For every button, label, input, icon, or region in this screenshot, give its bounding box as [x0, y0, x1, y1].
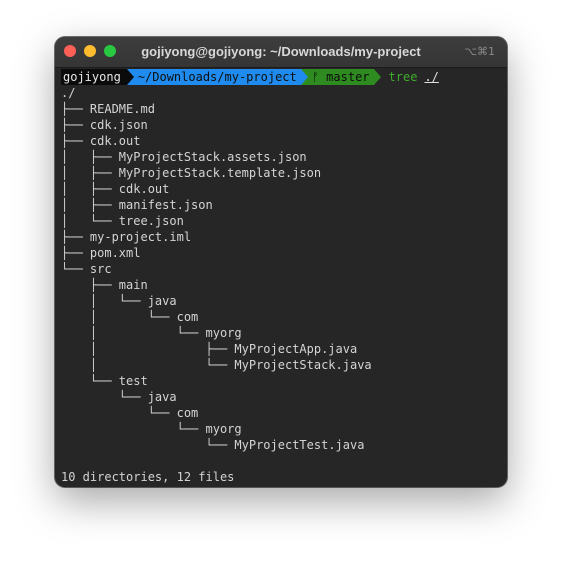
tree-line: │ └── com — [61, 310, 199, 324]
tree-line: ├── my-project.iml — [61, 230, 192, 244]
tree-line: └── java — [61, 390, 177, 404]
terminal-window: gojiyong@gojiyong: ~/Downloads/my-projec… — [55, 37, 507, 487]
prompt-git-branch: ᚠ master — [307, 69, 374, 85]
shell-prompt: gojiyong ~/Downloads/my-project ᚠ master… — [61, 69, 503, 85]
tree-line: └── test — [61, 374, 148, 388]
tree-line: ├── cdk.json — [61, 118, 148, 132]
tree-line: │ └── java — [61, 294, 177, 308]
tree-line: └── src — [61, 262, 112, 276]
prompt-separator-icon — [373, 69, 381, 85]
tree-line: │ ├── MyProjectStack.assets.json — [61, 150, 307, 164]
title-bar: gojiyong@gojiyong: ~/Downloads/my-projec… — [55, 37, 507, 68]
prompt-argument: ./ — [424, 70, 439, 84]
window-title: gojiyong@gojiyong: ~/Downloads/my-projec… — [141, 44, 421, 59]
prompt-path: ~/Downloads/my-project — [133, 69, 301, 85]
terminal-output[interactable]: gojiyong ~/Downloads/my-project ᚠ master… — [61, 68, 503, 485]
tree-line: │ ├── MyProjectApp.java — [61, 342, 358, 356]
tree-line: │ ├── manifest.json — [61, 198, 213, 212]
tree-line: │ └── tree.json — [61, 214, 184, 228]
tree-line: ├── main — [61, 278, 148, 292]
tree-line: ├── cdk.out — [61, 134, 141, 148]
tree-line: ├── pom.xml — [61, 246, 141, 260]
tree-line: │ ├── cdk.out — [61, 182, 170, 196]
tree-line: ├── README.md — [61, 102, 155, 116]
tree-summary: 10 directories, 12 files — [61, 470, 235, 484]
tree-output: ./ ├── README.md ├── cdk.json ├── cdk.ou… — [61, 85, 503, 485]
tree-line: └── myorg — [61, 422, 242, 436]
tree-line: └── com — [61, 406, 199, 420]
prompt-separator-icon — [126, 69, 134, 85]
tree-line: │ ├── MyProjectStack.template.json — [61, 166, 322, 180]
tree-line: │ └── MyProjectStack.java — [61, 358, 372, 372]
prompt-user: gojiyong — [61, 69, 127, 85]
prompt-command: tree — [388, 70, 418, 84]
tab-shortcut-label: ⌥⌘1 — [464, 45, 495, 58]
tree-line: ./ — [61, 86, 76, 100]
tree-line: │ └── myorg — [61, 326, 242, 340]
tree-line: └── MyProjectTest.java — [61, 438, 365, 452]
prompt-separator-icon — [300, 69, 308, 85]
